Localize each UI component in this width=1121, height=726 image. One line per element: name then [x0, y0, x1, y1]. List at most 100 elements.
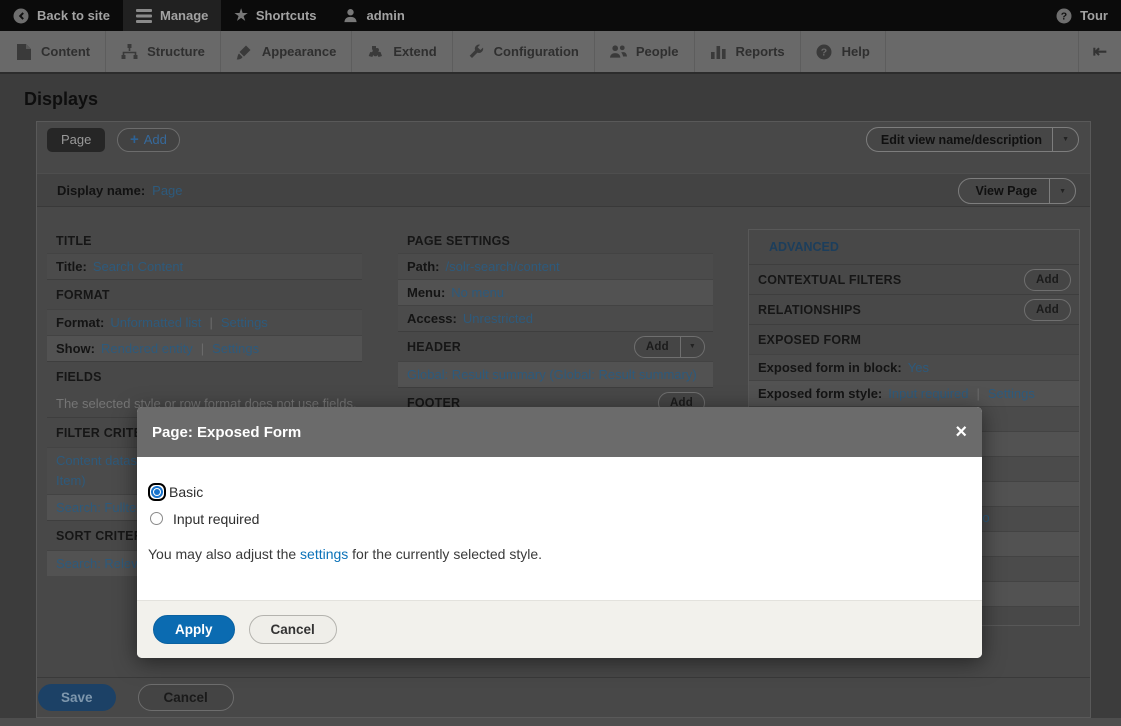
add-display-button[interactable]: + Add [117, 128, 180, 152]
description-prefix: You may also adjust the [148, 546, 300, 562]
chevron-down-icon[interactable]: ▼ [1049, 179, 1075, 203]
tour-button[interactable]: ? Tour [1043, 0, 1121, 31]
admin-menu-spacer [886, 31, 1078, 72]
section-fields-header: FIELDS [47, 361, 362, 391]
menu-item-content[interactable]: Content [0, 31, 106, 72]
contextual-filters-add-button[interactable]: Add [1024, 269, 1071, 291]
header-section-label: HEADER [407, 340, 461, 354]
radio-basic-label: Basic [169, 484, 203, 500]
section-relationships-header: RELATIONSHIPS Add [749, 294, 1079, 324]
section-title-header: TITLE [47, 229, 362, 253]
form-actions: Save Cancel [37, 677, 1090, 717]
edit-view-name-label: Edit view name/description [867, 133, 1052, 147]
header-add-label: Add [635, 337, 680, 357]
appearance-brush-icon [236, 43, 253, 60]
header-add-button[interactable]: Add ▼ [634, 336, 705, 358]
edit-view-name-button[interactable]: Edit view name/description ▼ [866, 127, 1079, 152]
view-page-label: View Page [959, 184, 1049, 198]
path-label: Path: [407, 259, 440, 274]
show-value-link[interactable]: Rendered entity [101, 341, 193, 356]
exposed-form-in-block-label: Exposed form in block: [758, 360, 902, 375]
access-row: Access:Unrestricted [398, 305, 713, 331]
tab-page-display[interactable]: Page [47, 128, 105, 152]
relationships-add-button[interactable]: Add [1024, 299, 1071, 321]
tour-label: Tour [1080, 8, 1108, 23]
result-summary-link[interactable]: Global: Result summary (Global: Result s… [407, 367, 697, 382]
menu-item-reports[interactable]: Reports [695, 31, 801, 72]
menu-item-extend[interactable]: Extend [352, 31, 452, 72]
view-page-button[interactable]: View Page ▼ [958, 178, 1076, 204]
chevron-down-icon[interactable]: ▼ [1052, 128, 1078, 151]
content-file-icon [15, 43, 32, 60]
structure-sitemap-icon [121, 43, 138, 60]
radio-unselected-icon[interactable] [150, 512, 163, 525]
format-value-link[interactable]: Unformatted list [110, 315, 201, 330]
admin-user-button[interactable]: admin [330, 0, 418, 31]
menu-item-configuration[interactable]: Configuration [453, 31, 595, 72]
exposed-form-in-block-row: Exposed form in block: Yes [749, 354, 1079, 380]
dialog-cancel-button[interactable]: Cancel [249, 615, 337, 644]
radio-option-input-required[interactable]: Input required [148, 510, 970, 527]
radio-selected-icon[interactable] [148, 483, 166, 501]
manage-button[interactable]: Manage [123, 0, 221, 31]
page-title: Displays [24, 87, 1121, 121]
display-name-bar: Display name: Page View Page ▼ [37, 173, 1090, 207]
shortcuts-label: Shortcuts [256, 8, 317, 23]
back-to-site-button[interactable]: Back to site [0, 0, 123, 31]
menu-item-people[interactable]: People [595, 31, 695, 72]
menu-value-link[interactable]: No menu [451, 285, 504, 300]
menu-item-label: Configuration [494, 44, 579, 59]
menu-label: Menu: [407, 285, 445, 300]
menu-item-label: Extend [393, 44, 436, 59]
display-name-value-link[interactable]: Page [152, 183, 182, 198]
path-value-link[interactable]: /solr-search/content [446, 259, 560, 274]
radio-option-basic[interactable]: Basic [148, 483, 970, 501]
column-middle: PAGE SETTINGS Path:/solr-search/content … [398, 229, 713, 417]
svg-text:?: ? [821, 46, 827, 58]
exposed-form-style-link[interactable]: Input required [888, 386, 968, 401]
display-tabs-row: Page + Add Edit view name/description ▼ [37, 122, 1090, 166]
toolbar-orientation-toggle[interactable]: ⇤ [1078, 31, 1121, 72]
display-name-label: Display name: [57, 183, 145, 198]
exposed-form-in-block-link[interactable]: Yes [908, 360, 929, 375]
extend-puzzle-icon [367, 43, 384, 60]
relationships-label: RELATIONSHIPS [758, 303, 861, 317]
menu-item-label: People [636, 44, 679, 59]
dialog-titlebar[interactable]: Page: Exposed Form × [137, 407, 982, 457]
menu-item-structure[interactable]: Structure [106, 31, 221, 72]
save-button[interactable]: Save [38, 684, 116, 711]
exposed-form-style-label: Exposed form style: [758, 386, 882, 401]
exposed-form-dialog: Page: Exposed Form × Basic Input require… [137, 407, 982, 658]
star-icon: ★ [234, 8, 247, 23]
people-icon [610, 43, 627, 60]
menu-item-appearance[interactable]: Appearance [221, 31, 352, 72]
close-icon[interactable]: × [955, 422, 967, 442]
menu-item-label: Help [842, 44, 870, 59]
show-label: Show: [56, 341, 95, 356]
title-label: Title: [56, 259, 87, 274]
format-settings-link[interactable]: Settings [221, 315, 268, 330]
user-icon [343, 8, 359, 24]
apply-button[interactable]: Apply [153, 615, 235, 644]
chevron-down-icon[interactable]: ▼ [680, 337, 704, 357]
exposed-form-settings-link[interactable]: Settings [988, 386, 1035, 401]
path-row: Path: /solr-search/content [398, 253, 713, 279]
title-value-link[interactable]: Search Content [93, 259, 183, 274]
advanced-toggle[interactable]: ADVANCED [749, 230, 1079, 264]
admin-toolbar: Back to site Manage ★ Shortcuts admin ? … [0, 0, 1121, 31]
menu-item-help[interactable]: ? Help [801, 31, 886, 72]
manage-hamburger-icon [136, 8, 152, 24]
radio-input-required-label: Input required [173, 511, 259, 527]
header-result-summary-row: Global: Result summary (Global: Result s… [398, 361, 713, 387]
show-settings-link[interactable]: Settings [212, 341, 259, 356]
section-format-header: FORMAT [47, 279, 362, 309]
shortcuts-button[interactable]: ★ Shortcuts [221, 0, 329, 31]
access-value-link[interactable]: Unrestricted [463, 311, 533, 326]
cancel-button[interactable]: Cancel [138, 684, 234, 711]
settings-link[interactable]: settings [300, 546, 348, 562]
back-icon [13, 8, 29, 24]
admin-username-label: admin [367, 8, 405, 23]
configuration-wrench-icon [468, 43, 485, 60]
format-label: Format: [56, 315, 104, 330]
dialog-buttonpane: Apply Cancel [137, 600, 982, 658]
